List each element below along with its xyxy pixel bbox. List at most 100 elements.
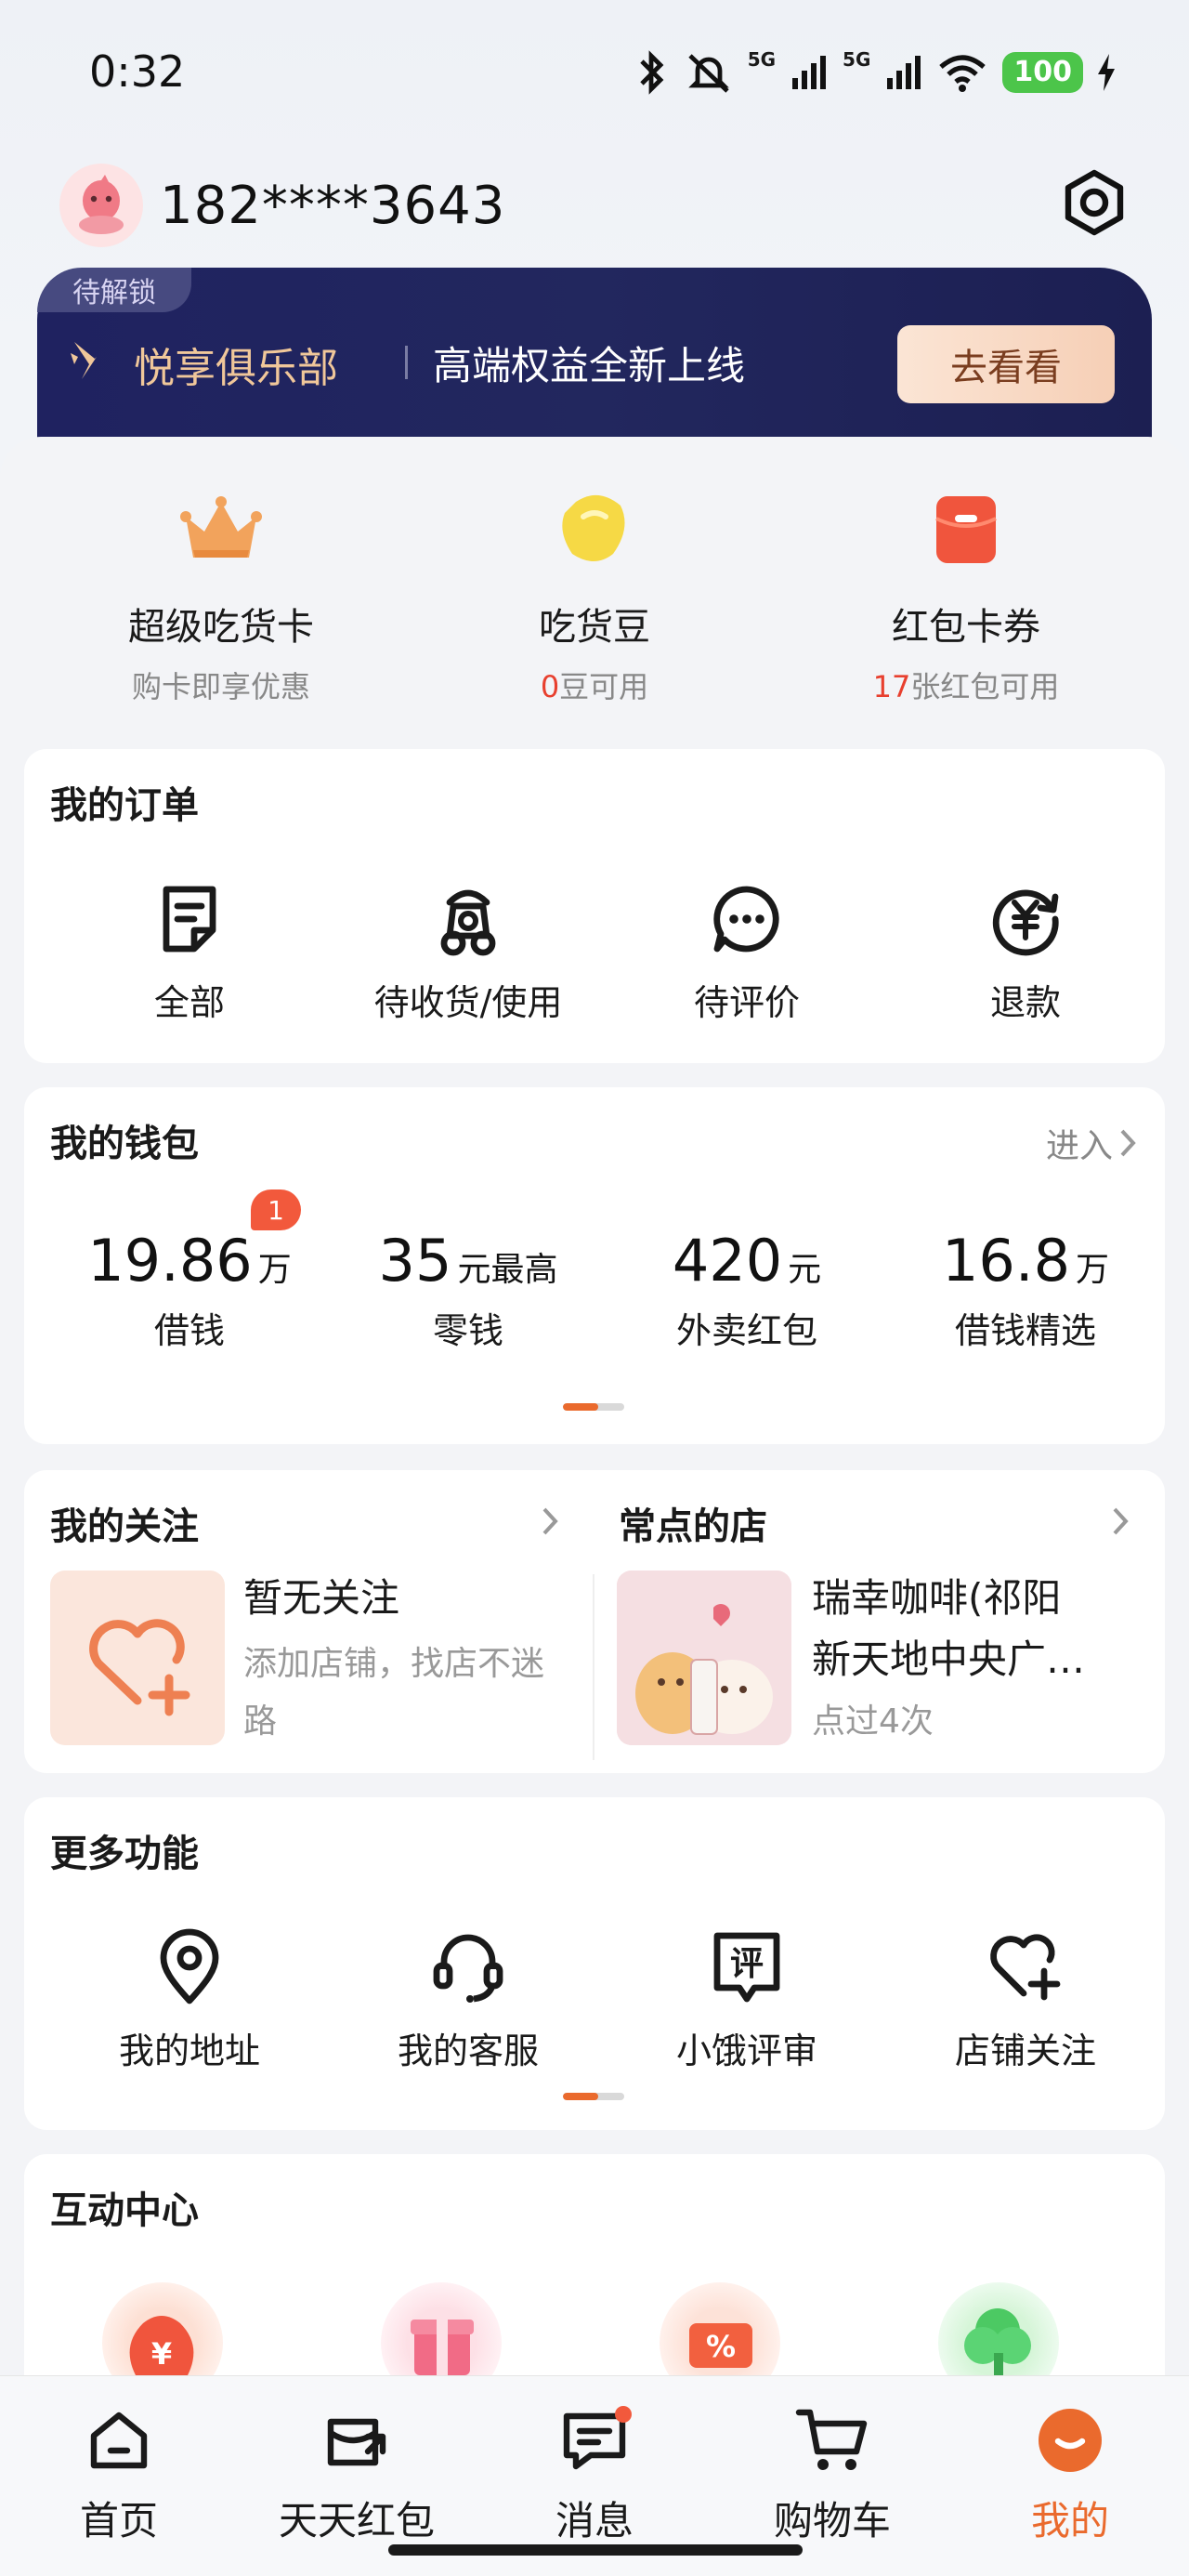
unlock-tag: 待解锁 xyxy=(37,268,191,312)
tab-label: 购物车 xyxy=(773,2498,891,2543)
orders-card: 我的订单 全部 待收货/使用 待评价 退款 xyxy=(24,749,1165,1063)
wallet-item-loan[interactable]: 19.86 万 借钱 xyxy=(50,1227,329,1353)
mine-icon xyxy=(1039,2409,1102,2472)
wallet-enter-link[interactable]: 进入 xyxy=(1046,1119,1137,1167)
feature-store-follow[interactable]: 店铺关注 xyxy=(886,1925,1165,2073)
order-all[interactable]: 全部 xyxy=(50,877,329,1025)
review-icon: 评 xyxy=(713,1932,780,2003)
status-bar: 0:32 5G 5G 100 xyxy=(0,0,1189,149)
wallet-title: 我的钱包 xyxy=(50,1123,199,1165)
wallet-unit: 万 xyxy=(257,1251,292,1289)
wallet-card: 我的钱包 进入 1 19.86 万 借钱 35 元最高 零钱 420 元 外卖红包 1… xyxy=(24,1087,1165,1444)
follow-empty-title: 暂无关注 xyxy=(243,1575,400,1621)
wallet-label: 外卖红包 xyxy=(675,1310,817,1351)
more-pager xyxy=(563,2093,624,2100)
wallet-value: 420 xyxy=(672,1227,783,1295)
comment-icon xyxy=(713,886,779,953)
asset-sub: 购卡即享优惠 xyxy=(35,664,407,706)
wallet-item-loan-select[interactable]: 16.8 万 借钱精选 xyxy=(886,1227,1165,1353)
tab-label: 天天红包 xyxy=(278,2498,435,2543)
wallet-value: 19.86 xyxy=(87,1227,253,1295)
wallet-item-takeout-redpacket[interactable]: 420 元 外卖红包 xyxy=(608,1227,886,1353)
card-divider xyxy=(593,1574,594,1760)
frequent-title: 常点的店 xyxy=(619,1505,767,1548)
message-dot xyxy=(615,2406,632,2423)
feature-label: 店铺关注 xyxy=(954,2031,1096,2071)
avatar-icon xyxy=(79,175,124,234)
orders-title: 我的订单 xyxy=(50,784,199,827)
cart-icon xyxy=(795,2409,868,2470)
tab-label: 消息 xyxy=(555,2498,634,2543)
chevron-right-icon[interactable] xyxy=(1113,1507,1130,1535)
settings-icon xyxy=(1065,169,1124,236)
wallet-label: 借钱精选 xyxy=(954,1310,1096,1351)
wallet-enter-label: 进入 xyxy=(1045,1127,1113,1165)
order-label: 待收货/使用 xyxy=(373,982,563,1023)
wifi-icon xyxy=(939,55,986,92)
asset-super-card[interactable]: 超级吃货卡 购卡即享优惠 xyxy=(35,483,407,706)
asset-coupons[interactable]: 红包卡券 17张红包可用 xyxy=(780,483,1152,706)
red-packet-icon xyxy=(935,496,997,563)
order-to-receive[interactable]: 待收货/使用 xyxy=(329,877,608,1025)
club-view-button[interactable]: 去看看 xyxy=(897,325,1115,403)
asset-title: 红包卡券 xyxy=(892,606,1040,649)
feature-review[interactable]: 评 小饿评审 xyxy=(608,1925,886,2073)
wallet-pager xyxy=(563,1403,624,1411)
order-label: 待评价 xyxy=(693,982,800,1023)
asset-sub: 17张红包可用 xyxy=(780,664,1152,706)
feature-address[interactable]: 我的地址 xyxy=(50,1925,329,2073)
svg-text:评: 评 xyxy=(730,1945,764,1983)
order-refund[interactable]: 退款 xyxy=(886,877,1165,1025)
club-divider xyxy=(405,346,408,379)
tab-messages[interactable]: 消息 xyxy=(492,2399,697,2546)
store-thumbnail-image xyxy=(617,1571,791,1745)
store-name-line-1[interactable]: 瑞幸咖啡(祁阳 xyxy=(812,1569,1061,1628)
follow-title: 我的关注 xyxy=(50,1505,199,1548)
tab-mine[interactable]: 我的 xyxy=(968,2399,1172,2546)
asset-beans[interactable]: 吃货豆 0豆可用 xyxy=(409,483,780,706)
tab-cart[interactable]: 购物车 xyxy=(730,2399,934,2546)
tab-home[interactable]: 首页 xyxy=(17,2399,221,2546)
chevron-right-icon[interactable] xyxy=(542,1507,559,1535)
wallet-unit: 万 xyxy=(1076,1251,1110,1289)
wallet-value: 16.8 xyxy=(941,1227,1071,1295)
battery-indicator: 100 xyxy=(1002,52,1083,93)
wallet-label: 借钱 xyxy=(153,1310,225,1351)
club-banner[interactable]: 待解锁 悦享俱乐部 高端权益全新上线 去看看 xyxy=(37,268,1152,453)
store-thumbnail[interactable] xyxy=(617,1571,791,1745)
svg-text:¥: ¥ xyxy=(151,2336,172,2372)
wallet-value: 35 xyxy=(378,1227,452,1295)
order-to-review[interactable]: 待评价 xyxy=(608,877,886,1025)
avatar[interactable] xyxy=(59,164,143,247)
signal-icon-2 xyxy=(887,56,921,89)
asset-sub-text: 豆可用 xyxy=(559,669,649,704)
scooter-icon xyxy=(440,889,496,956)
asset-sub-text: 张红包可用 xyxy=(910,669,1060,704)
wallet-label: 零钱 xyxy=(432,1310,503,1351)
home-indicator[interactable] xyxy=(388,2544,803,2556)
profile-header[interactable]: 182****3643 xyxy=(59,164,505,247)
headset-icon xyxy=(433,1934,503,2003)
feature-label: 小饿评审 xyxy=(675,2031,817,2071)
charging-icon xyxy=(1098,54,1115,91)
wallet-badge: 1 xyxy=(251,1189,301,1230)
tab-daily-redpacket[interactable]: 天天红包 xyxy=(255,2399,459,2546)
signal-icon xyxy=(792,56,827,89)
settings-button[interactable] xyxy=(1055,164,1133,242)
store-name-line-2[interactable]: 新天地中央广… xyxy=(812,1630,1085,1689)
wallet-tab-icon xyxy=(327,2418,386,2466)
refund-icon xyxy=(992,889,1059,956)
bluetooth-icon xyxy=(639,50,664,95)
heart-plus-icon xyxy=(990,1934,1061,2001)
asset-sub-num: 17 xyxy=(872,669,911,704)
wallet-item-change[interactable]: 35 元最高 零钱 xyxy=(329,1227,608,1353)
home-icon xyxy=(90,2412,148,2469)
tab-label: 我的 xyxy=(1030,2498,1109,2543)
wallet-unit: 元 xyxy=(788,1251,822,1289)
order-label: 全部 xyxy=(153,982,225,1023)
follow-empty-thumb[interactable] xyxy=(50,1571,225,1745)
status-time: 0:32 xyxy=(89,46,186,97)
heart-plus-icon xyxy=(89,1619,190,1716)
club-logo-icon xyxy=(71,342,111,379)
feature-customer-service[interactable]: 我的客服 xyxy=(329,1925,608,2073)
